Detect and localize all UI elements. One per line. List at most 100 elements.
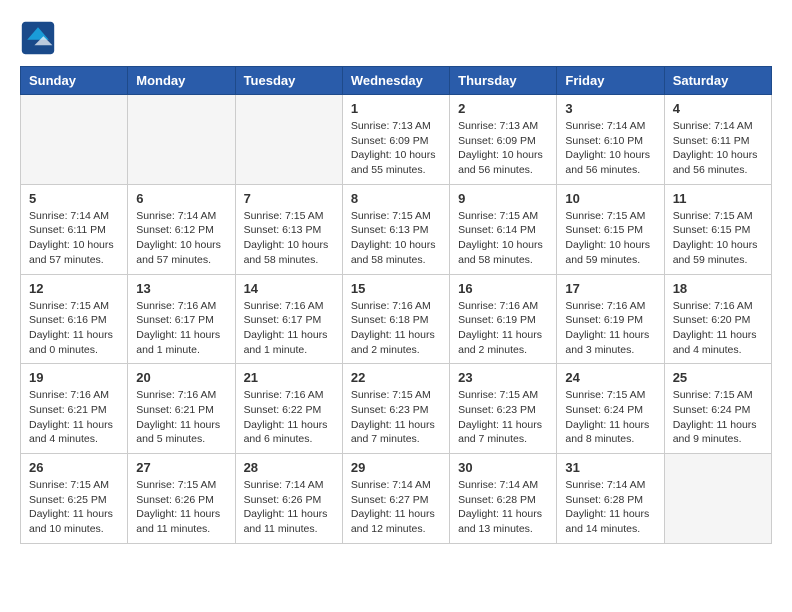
calendar-cell: 12 Sunrise: 7:15 AM Sunset: 6:16 PM Dayli… xyxy=(21,274,128,364)
day-number: 16 xyxy=(458,281,548,296)
cell-content: Sunrise: 7:15 AM Sunset: 6:15 PM Dayligh… xyxy=(673,209,763,268)
week-row-2: 5 Sunrise: 7:14 AM Sunset: 6:11 PM Daylig… xyxy=(21,184,772,274)
day-number: 9 xyxy=(458,191,548,206)
cell-content: Sunrise: 7:15 AM Sunset: 6:14 PM Dayligh… xyxy=(458,209,548,268)
cell-content: Sunrise: 7:16 AM Sunset: 6:21 PM Dayligh… xyxy=(136,388,226,447)
day-number: 25 xyxy=(673,370,763,385)
day-number: 21 xyxy=(244,370,334,385)
cell-content: Sunrise: 7:13 AM Sunset: 6:09 PM Dayligh… xyxy=(458,119,548,178)
day-number: 15 xyxy=(351,281,441,296)
weekday-header-sunday: Sunday xyxy=(21,67,128,95)
day-number: 28 xyxy=(244,460,334,475)
calendar-cell: 22 Sunrise: 7:15 AM Sunset: 6:23 PM Dayli… xyxy=(342,364,449,454)
weekday-header-thursday: Thursday xyxy=(450,67,557,95)
logo xyxy=(20,20,60,56)
day-number: 27 xyxy=(136,460,226,475)
cell-content: Sunrise: 7:14 AM Sunset: 6:27 PM Dayligh… xyxy=(351,478,441,537)
calendar-cell: 3 Sunrise: 7:14 AM Sunset: 6:10 PM Daylig… xyxy=(557,95,664,185)
calendar-cell: 31Sunrise: 7:14 AM Sunset: 6:28 PM Dayli… xyxy=(557,454,664,544)
calendar-cell: 5 Sunrise: 7:14 AM Sunset: 6:11 PM Daylig… xyxy=(21,184,128,274)
calendar-cell: 21 Sunrise: 7:16 AM Sunset: 6:22 PM Dayli… xyxy=(235,364,342,454)
cell-content: Sunrise: 7:16 AM Sunset: 6:19 PM Dayligh… xyxy=(458,299,548,358)
calendar-cell: 24 Sunrise: 7:15 AM Sunset: 6:24 PM Dayli… xyxy=(557,364,664,454)
calendar-cell: 17 Sunrise: 7:16 AM Sunset: 6:19 PM Dayli… xyxy=(557,274,664,364)
calendar-cell: 10 Sunrise: 7:15 AM Sunset: 6:15 PM Dayli… xyxy=(557,184,664,274)
cell-content: Sunrise: 7:16 AM Sunset: 6:21 PM Dayligh… xyxy=(29,388,119,447)
day-number: 19 xyxy=(29,370,119,385)
cell-content: Sunrise: 7:15 AM Sunset: 6:16 PM Dayligh… xyxy=(29,299,119,358)
cell-content: Sunrise: 7:14 AM Sunset: 6:12 PM Dayligh… xyxy=(136,209,226,268)
calendar-cell: 15Sunrise: 7:16 AM Sunset: 6:18 PM Dayli… xyxy=(342,274,449,364)
cell-content: Sunrise: 7:15 AM Sunset: 6:24 PM Dayligh… xyxy=(565,388,655,447)
day-number: 2 xyxy=(458,101,548,116)
cell-content: Sunrise: 7:15 AM Sunset: 6:26 PM Dayligh… xyxy=(136,478,226,537)
calendar-cell: 28 Sunrise: 7:14 AM Sunset: 6:26 PM Dayli… xyxy=(235,454,342,544)
day-number: 6 xyxy=(136,191,226,206)
cell-content: Sunrise: 7:13 AM Sunset: 6:09 PM Dayligh… xyxy=(351,119,441,178)
cell-content: Sunrise: 7:16 AM Sunset: 6:19 PM Dayligh… xyxy=(565,299,655,358)
weekday-header-tuesday: Tuesday xyxy=(235,67,342,95)
day-number: 7 xyxy=(244,191,334,206)
calendar-cell: 9 Sunrise: 7:15 AM Sunset: 6:14 PM Daylig… xyxy=(450,184,557,274)
calendar-cell: 23 Sunrise: 7:15 AM Sunset: 6:23 PM Dayli… xyxy=(450,364,557,454)
cell-content: Sunrise: 7:15 AM Sunset: 6:25 PM Dayligh… xyxy=(29,478,119,537)
day-number: 4 xyxy=(673,101,763,116)
day-number: 18 xyxy=(673,281,763,296)
cell-content: Sunrise: 7:16 AM Sunset: 6:17 PM Dayligh… xyxy=(136,299,226,358)
calendar-cell: 19 Sunrise: 7:16 AM Sunset: 6:21 PM Dayli… xyxy=(21,364,128,454)
weekday-header-friday: Friday xyxy=(557,67,664,95)
day-number: 17 xyxy=(565,281,655,296)
cell-content: Sunrise: 7:16 AM Sunset: 6:20 PM Dayligh… xyxy=(673,299,763,358)
day-number: 8 xyxy=(351,191,441,206)
cell-content: Sunrise: 7:14 AM Sunset: 6:10 PM Dayligh… xyxy=(565,119,655,178)
day-number: 14 xyxy=(244,281,334,296)
calendar: SundayMondayTuesdayWednesdayThursdayFrid… xyxy=(20,66,772,544)
calendar-cell: 11Sunrise: 7:15 AM Sunset: 6:15 PM Dayli… xyxy=(664,184,771,274)
calendar-cell xyxy=(21,95,128,185)
calendar-cell: 30Sunrise: 7:14 AM Sunset: 6:28 PM Dayli… xyxy=(450,454,557,544)
calendar-cell: 2 Sunrise: 7:13 AM Sunset: 6:09 PM Daylig… xyxy=(450,95,557,185)
calendar-cell: 16 Sunrise: 7:16 AM Sunset: 6:19 PM Dayli… xyxy=(450,274,557,364)
day-number: 5 xyxy=(29,191,119,206)
cell-content: Sunrise: 7:16 AM Sunset: 6:17 PM Dayligh… xyxy=(244,299,334,358)
calendar-cell: 25 Sunrise: 7:15 AM Sunset: 6:24 PM Dayli… xyxy=(664,364,771,454)
day-number: 26 xyxy=(29,460,119,475)
week-row-1: 1 Sunrise: 7:13 AM Sunset: 6:09 PM Daylig… xyxy=(21,95,772,185)
cell-content: Sunrise: 7:14 AM Sunset: 6:28 PM Dayligh… xyxy=(458,478,548,537)
calendar-cell: 4 Sunrise: 7:14 AM Sunset: 6:11 PM Daylig… xyxy=(664,95,771,185)
day-number: 12 xyxy=(29,281,119,296)
day-number: 24 xyxy=(565,370,655,385)
logo-icon xyxy=(20,20,56,56)
day-number: 3 xyxy=(565,101,655,116)
weekday-header-wednesday: Wednesday xyxy=(342,67,449,95)
calendar-cell: 6 Sunrise: 7:14 AM Sunset: 6:12 PM Daylig… xyxy=(128,184,235,274)
day-number: 1 xyxy=(351,101,441,116)
day-number: 22 xyxy=(351,370,441,385)
cell-content: Sunrise: 7:14 AM Sunset: 6:11 PM Dayligh… xyxy=(29,209,119,268)
cell-content: Sunrise: 7:14 AM Sunset: 6:11 PM Dayligh… xyxy=(673,119,763,178)
calendar-cell: 8 Sunrise: 7:15 AM Sunset: 6:13 PM Daylig… xyxy=(342,184,449,274)
cell-content: Sunrise: 7:15 AM Sunset: 6:13 PM Dayligh… xyxy=(351,209,441,268)
calendar-cell xyxy=(235,95,342,185)
cell-content: Sunrise: 7:14 AM Sunset: 6:26 PM Dayligh… xyxy=(244,478,334,537)
calendar-cell: 14 Sunrise: 7:16 AM Sunset: 6:17 PM Dayli… xyxy=(235,274,342,364)
weekday-header-monday: Monday xyxy=(128,67,235,95)
calendar-cell xyxy=(664,454,771,544)
cell-content: Sunrise: 7:15 AM Sunset: 6:13 PM Dayligh… xyxy=(244,209,334,268)
cell-content: Sunrise: 7:15 AM Sunset: 6:15 PM Dayligh… xyxy=(565,209,655,268)
calendar-cell: 27 Sunrise: 7:15 AM Sunset: 6:26 PM Dayli… xyxy=(128,454,235,544)
calendar-cell xyxy=(128,95,235,185)
calendar-cell: 20 Sunrise: 7:16 AM Sunset: 6:21 PM Dayli… xyxy=(128,364,235,454)
cell-content: Sunrise: 7:15 AM Sunset: 6:24 PM Dayligh… xyxy=(673,388,763,447)
calendar-cell: 7 Sunrise: 7:15 AM Sunset: 6:13 PM Daylig… xyxy=(235,184,342,274)
cell-content: Sunrise: 7:16 AM Sunset: 6:22 PM Dayligh… xyxy=(244,388,334,447)
day-number: 23 xyxy=(458,370,548,385)
weekday-header-saturday: Saturday xyxy=(664,67,771,95)
day-number: 10 xyxy=(565,191,655,206)
day-number: 20 xyxy=(136,370,226,385)
cell-content: Sunrise: 7:15 AM Sunset: 6:23 PM Dayligh… xyxy=(458,388,548,447)
calendar-cell: 13 Sunrise: 7:16 AM Sunset: 6:17 PM Dayli… xyxy=(128,274,235,364)
day-number: 13 xyxy=(136,281,226,296)
cell-content: Sunrise: 7:15 AM Sunset: 6:23 PM Dayligh… xyxy=(351,388,441,447)
day-number: 31 xyxy=(565,460,655,475)
